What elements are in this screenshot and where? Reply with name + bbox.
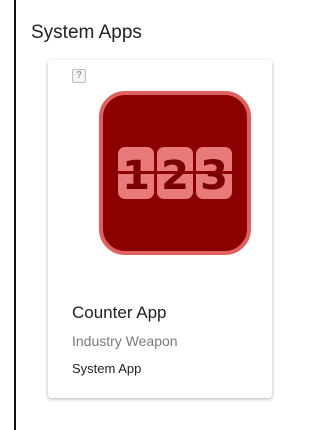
digit-1: 1 — [122, 153, 150, 199]
counter-123-icon[interactable]: 1 2 3 — [98, 90, 252, 256]
app-type: System App — [72, 361, 142, 376]
question-mark-icon[interactable]: ? — [72, 69, 86, 83]
flip-split-overlay — [114, 171, 236, 173]
digit-2: 2 — [161, 153, 189, 199]
system-apps-panel: System Apps ? 1 2 3 Counter App Industry… — [14, 0, 279, 430]
section-title: System Apps — [31, 22, 142, 43]
digit-3: 3 — [200, 153, 228, 199]
app-card-counter[interactable]: ? 1 2 3 Counter App Industry Weapon Syst… — [48, 60, 272, 398]
app-vendor: Industry Weapon — [72, 333, 178, 349]
app-name[interactable]: Counter App — [72, 303, 167, 323]
